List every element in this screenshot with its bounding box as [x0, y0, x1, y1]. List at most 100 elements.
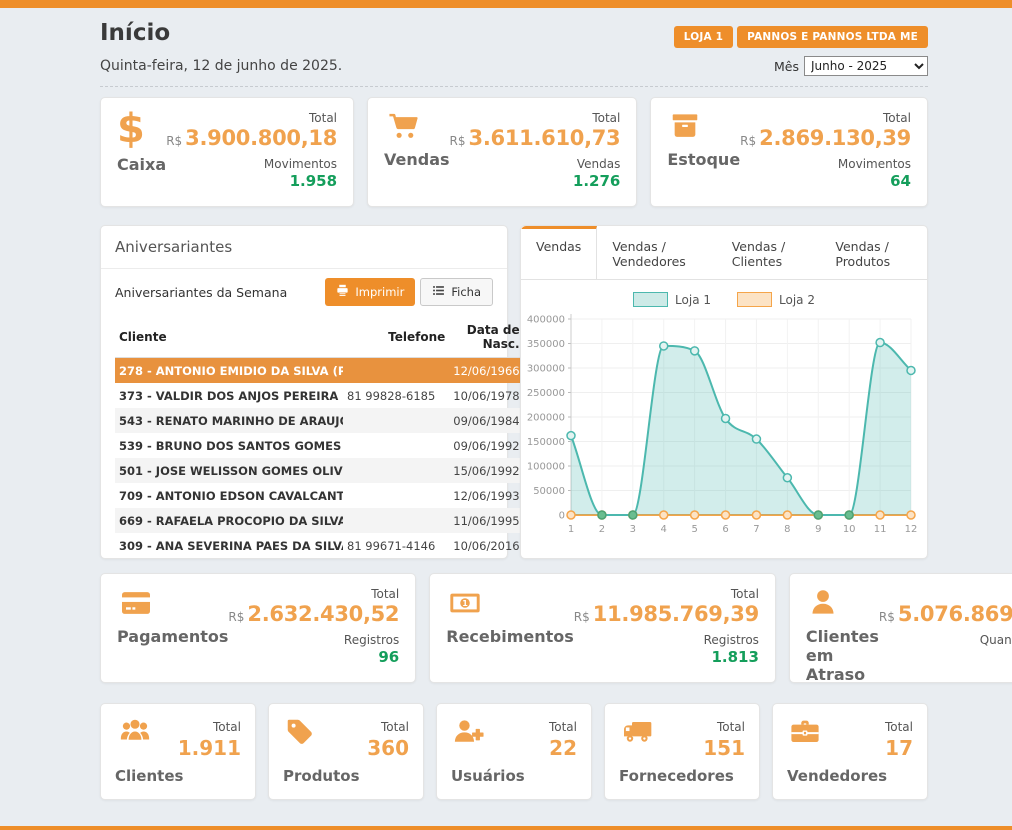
card-label: Produtos: [283, 767, 409, 785]
svg-text:50000: 50000: [533, 486, 565, 497]
cart-icon: [384, 111, 450, 142]
table-row[interactable]: 501 - JOSE WELISSON GOMES OLIVEIR...15/0…: [115, 458, 524, 483]
phone-cell: [343, 483, 449, 508]
birthdate-cell: 10/06/2016: [449, 533, 523, 558]
birthday-table-body: 278 - ANTONIO EMIDIO DA SILVA (PALE... 12…: [115, 358, 524, 559]
birthdate-cell: 12/06/1966: [449, 358, 523, 384]
client-cell: 669 - RAFAELA PROCOPIO DA SILVA CA...: [115, 508, 343, 533]
birthdate-cell: 09/06/1992: [449, 433, 523, 458]
month-select[interactable]: Junho - 2025: [804, 56, 928, 76]
caixa-card: $ Caixa Total R$3.900.800,18 Movimentos …: [100, 97, 354, 207]
vendedores-card: Total 17 Vendedores: [772, 703, 928, 800]
legend-swatch-loja-1: [633, 292, 668, 307]
total-label: Total: [450, 111, 621, 125]
legend-label: Loja 1: [675, 293, 711, 307]
table-row[interactable]: 539 - BRUNO DOS SANTOS GOMES09/06/1992: [115, 433, 524, 458]
phone-cell: 81 99671-4146: [343, 533, 449, 558]
svg-text:4: 4: [661, 524, 667, 535]
count-value: 433: [879, 648, 1012, 666]
phone-cell: 81 99828-6185: [343, 383, 449, 408]
svg-text:400000: 400000: [527, 315, 565, 326]
svg-text:0: 0: [559, 511, 565, 522]
client-cell: 543 - RENATO MARINHO DE ARAUJO (F...: [115, 408, 343, 433]
currency-prefix: R$: [740, 134, 756, 148]
svg-text:7: 7: [753, 524, 759, 535]
tab-vendas-produtos[interactable]: Vendas / Produtos: [820, 226, 927, 279]
table-row[interactable]: 278 - ANTONIO EMIDIO DA SILVA (PALE... 12…: [115, 358, 524, 384]
card-label: Vendas: [384, 150, 450, 169]
client-cell: 309 - ANA SEVERINA PAES DA SILVA: [115, 533, 343, 558]
svg-text:1: 1: [462, 599, 468, 608]
birthdate-cell: 15/06/1992: [449, 458, 523, 483]
dashboard: Início LOJA 1 PANNOS E PANNOS LTDA ME Qu…: [100, 8, 928, 800]
total-label: Total: [166, 111, 337, 125]
currency-prefix: R$: [879, 610, 895, 624]
sales-chart: 0500001000001500002000002500003000003500…: [521, 307, 927, 555]
recebimentos-card: 1 Recebimentos Total R$11.985.769,39 Reg…: [429, 573, 776, 683]
ficha-button-label: Ficha: [451, 285, 481, 299]
table-row[interactable]: 709 - ANTONIO EDSON CAVALCANTE D...12/06…: [115, 483, 524, 508]
phone-cell: [343, 508, 449, 533]
tab-vendas[interactable]: Vendas: [521, 226, 597, 279]
count-label: Quantidade: [879, 633, 1012, 647]
card-label: Estoque: [667, 150, 740, 169]
produtos-card: Total 360 Produtos: [268, 703, 424, 800]
tab-vendas-clientes[interactable]: Vendas / Clientes: [717, 226, 821, 279]
birthdays-panel-title: Aniversariantes: [101, 226, 507, 269]
printer-icon: [336, 284, 349, 300]
count-value: 1.813: [574, 648, 759, 666]
total-value: 5.076.869,67: [898, 602, 1012, 626]
chart-tabs: Vendas Vendas / Vendedores Vendas / Clie…: [521, 226, 927, 280]
card-label: Clientes: [115, 767, 241, 785]
svg-text:350000: 350000: [527, 339, 565, 350]
table-row[interactable]: 309 - ANA SEVERINA PAES DA SILVA81 99671…: [115, 533, 524, 558]
store-button[interactable]: LOJA 1: [674, 26, 733, 48]
client-cell: 373 - VALDIR DOS ANJOS PEREIRA (AN...: [115, 383, 343, 408]
table-row[interactable]: 669 - RAFAELA PROCOPIO DA SILVA CA...11/…: [115, 508, 524, 533]
svg-text:8: 8: [784, 524, 790, 535]
count-value: 64: [740, 172, 911, 190]
birthdate-cell: 12/06/1993: [449, 483, 523, 508]
legend-loja-1[interactable]: Loja 1: [633, 292, 711, 307]
briefcase-icon: [787, 716, 823, 748]
tab-vendas-vendedores[interactable]: Vendas / Vendedores: [597, 226, 716, 279]
print-button[interactable]: Imprimir: [325, 278, 415, 306]
total-label: Total: [228, 587, 399, 601]
bottom-accent-bar: [0, 826, 1012, 830]
svg-text:11: 11: [874, 524, 887, 535]
card-label: Pagamentos: [117, 627, 228, 646]
svg-text:12: 12: [905, 524, 918, 535]
company-button[interactable]: PANNOS E PANNOS LTDA ME: [737, 26, 928, 48]
client-cell: 278 - ANTONIO EMIDIO DA SILVA (PALE...: [115, 358, 343, 384]
clientes-card: Total 1.911 Clientes: [100, 703, 256, 800]
top-accent-bar: [0, 0, 1012, 8]
count-label: Registros: [574, 633, 759, 647]
total-value: 11.985.769,39: [593, 602, 759, 626]
svg-text:10: 10: [843, 524, 856, 535]
ficha-button[interactable]: Ficha: [420, 278, 493, 306]
phone-cell: [343, 358, 449, 384]
count-value: 96: [228, 648, 399, 666]
phone-cell: [343, 458, 449, 483]
box-icon: [667, 111, 740, 142]
total-value: 3.611.610,73: [469, 126, 621, 150]
card-label: Usuários: [451, 767, 577, 785]
usuarios-card: Total 22 Usuários: [436, 703, 592, 800]
credit-card-icon: [117, 587, 228, 619]
print-button-label: Imprimir: [355, 285, 404, 299]
total-value: 2.632.430,52: [247, 602, 399, 626]
table-row[interactable]: 543 - RENATO MARINHO DE ARAUJO (F...09/0…: [115, 408, 524, 433]
currency-prefix: R$: [228, 610, 244, 624]
total-value: 2.869.130,39: [759, 126, 911, 150]
legend-loja-2[interactable]: Loja 2: [737, 292, 815, 307]
vendas-card: Vendas Total R$3.611.610,73 Vendas 1.276: [367, 97, 637, 207]
currency-prefix: R$: [574, 610, 590, 624]
truck-icon: [619, 716, 657, 748]
column-data-nasc: Data de Nasc.: [449, 317, 523, 358]
count-label: Vendas: [450, 157, 621, 171]
list-icon: [432, 284, 445, 300]
fornecedores-card: Total 151 Fornecedores: [604, 703, 760, 800]
svg-text:6: 6: [722, 524, 728, 535]
svg-text:9: 9: [815, 524, 821, 535]
table-row[interactable]: 373 - VALDIR DOS ANJOS PEREIRA (AN...81 …: [115, 383, 524, 408]
